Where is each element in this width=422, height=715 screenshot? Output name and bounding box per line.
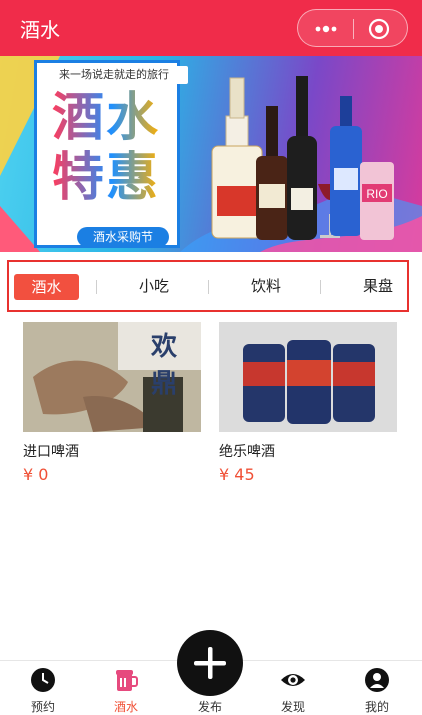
page-title: 酒水 <box>20 18 60 42</box>
nav-label-discover: 发现 <box>280 700 305 714</box>
product-image-juele-beer[interactable] <box>219 322 397 432</box>
banner-festival-label: 酒水采购节 <box>77 227 169 247</box>
target-close-icon[interactable] <box>368 18 390 40</box>
banner-headline-line1: 酒水 <box>52 88 161 148</box>
eye-icon <box>281 674 305 686</box>
beer-cans-photo <box>219 322 397 432</box>
product-price-imported-beer: ¥ 0 <box>23 465 49 484</box>
nav-label-drinks: 酒水 <box>113 700 138 714</box>
mini-program-capsule <box>297 9 408 47</box>
beer-photo-text: 欢鼎 <box>151 332 178 399</box>
nav-item-drinks[interactable]: 酒水 <box>96 661 156 715</box>
tab-fruit-platter[interactable]: 果盘 <box>343 262 413 310</box>
banner-headline-line2: 特惠 <box>52 148 161 208</box>
tab-divider <box>96 280 97 294</box>
nav-item-booking[interactable]: 预约 <box>13 661 73 715</box>
plus-icon <box>194 647 226 679</box>
tab-divider <box>208 280 209 294</box>
cognac-bottle <box>256 106 288 240</box>
nav-label-me: 我的 <box>364 700 389 714</box>
baijiu-bottle <box>211 77 263 239</box>
product-name-juele-beer[interactable]: 绝乐啤酒 <box>219 441 275 461</box>
publish-button[interactable] <box>177 630 243 696</box>
rio-can: RIO <box>360 162 394 240</box>
user-icon <box>365 668 389 692</box>
cup-icon <box>116 670 138 691</box>
more-dots-icon[interactable] <box>312 21 340 37</box>
product-image-imported-beer[interactable]: 欢鼎 <box>23 322 201 432</box>
nav-label-publish: 发布 <box>197 700 222 714</box>
tab-drinks[interactable]: 酒水 <box>14 274 79 300</box>
category-tabs: 酒水 小吃 饮料 果盘 <box>7 260 409 312</box>
tab-beverages[interactable]: 饮料 <box>231 262 301 310</box>
clock-icon <box>31 668 55 692</box>
product-price-juele-beer: ¥ 45 <box>219 465 255 484</box>
nav-item-me[interactable]: 我的 <box>347 661 407 715</box>
svg-text:RIO: RIO <box>366 187 387 201</box>
nav-item-discover[interactable]: 发现 <box>263 661 323 715</box>
capsule-divider <box>353 19 354 39</box>
tab-snacks[interactable]: 小吃 <box>119 262 189 310</box>
tab-divider <box>320 280 321 294</box>
wine-bottle <box>287 76 317 240</box>
product-name-imported-beer[interactable]: 进口啤酒 <box>23 441 79 461</box>
header-bar: 酒水 <box>0 0 422 56</box>
banner-slogan: 来一场说走就走的旅行 <box>40 66 188 84</box>
nav-label-booking: 预约 <box>30 700 55 714</box>
blue-bottle <box>330 96 362 236</box>
